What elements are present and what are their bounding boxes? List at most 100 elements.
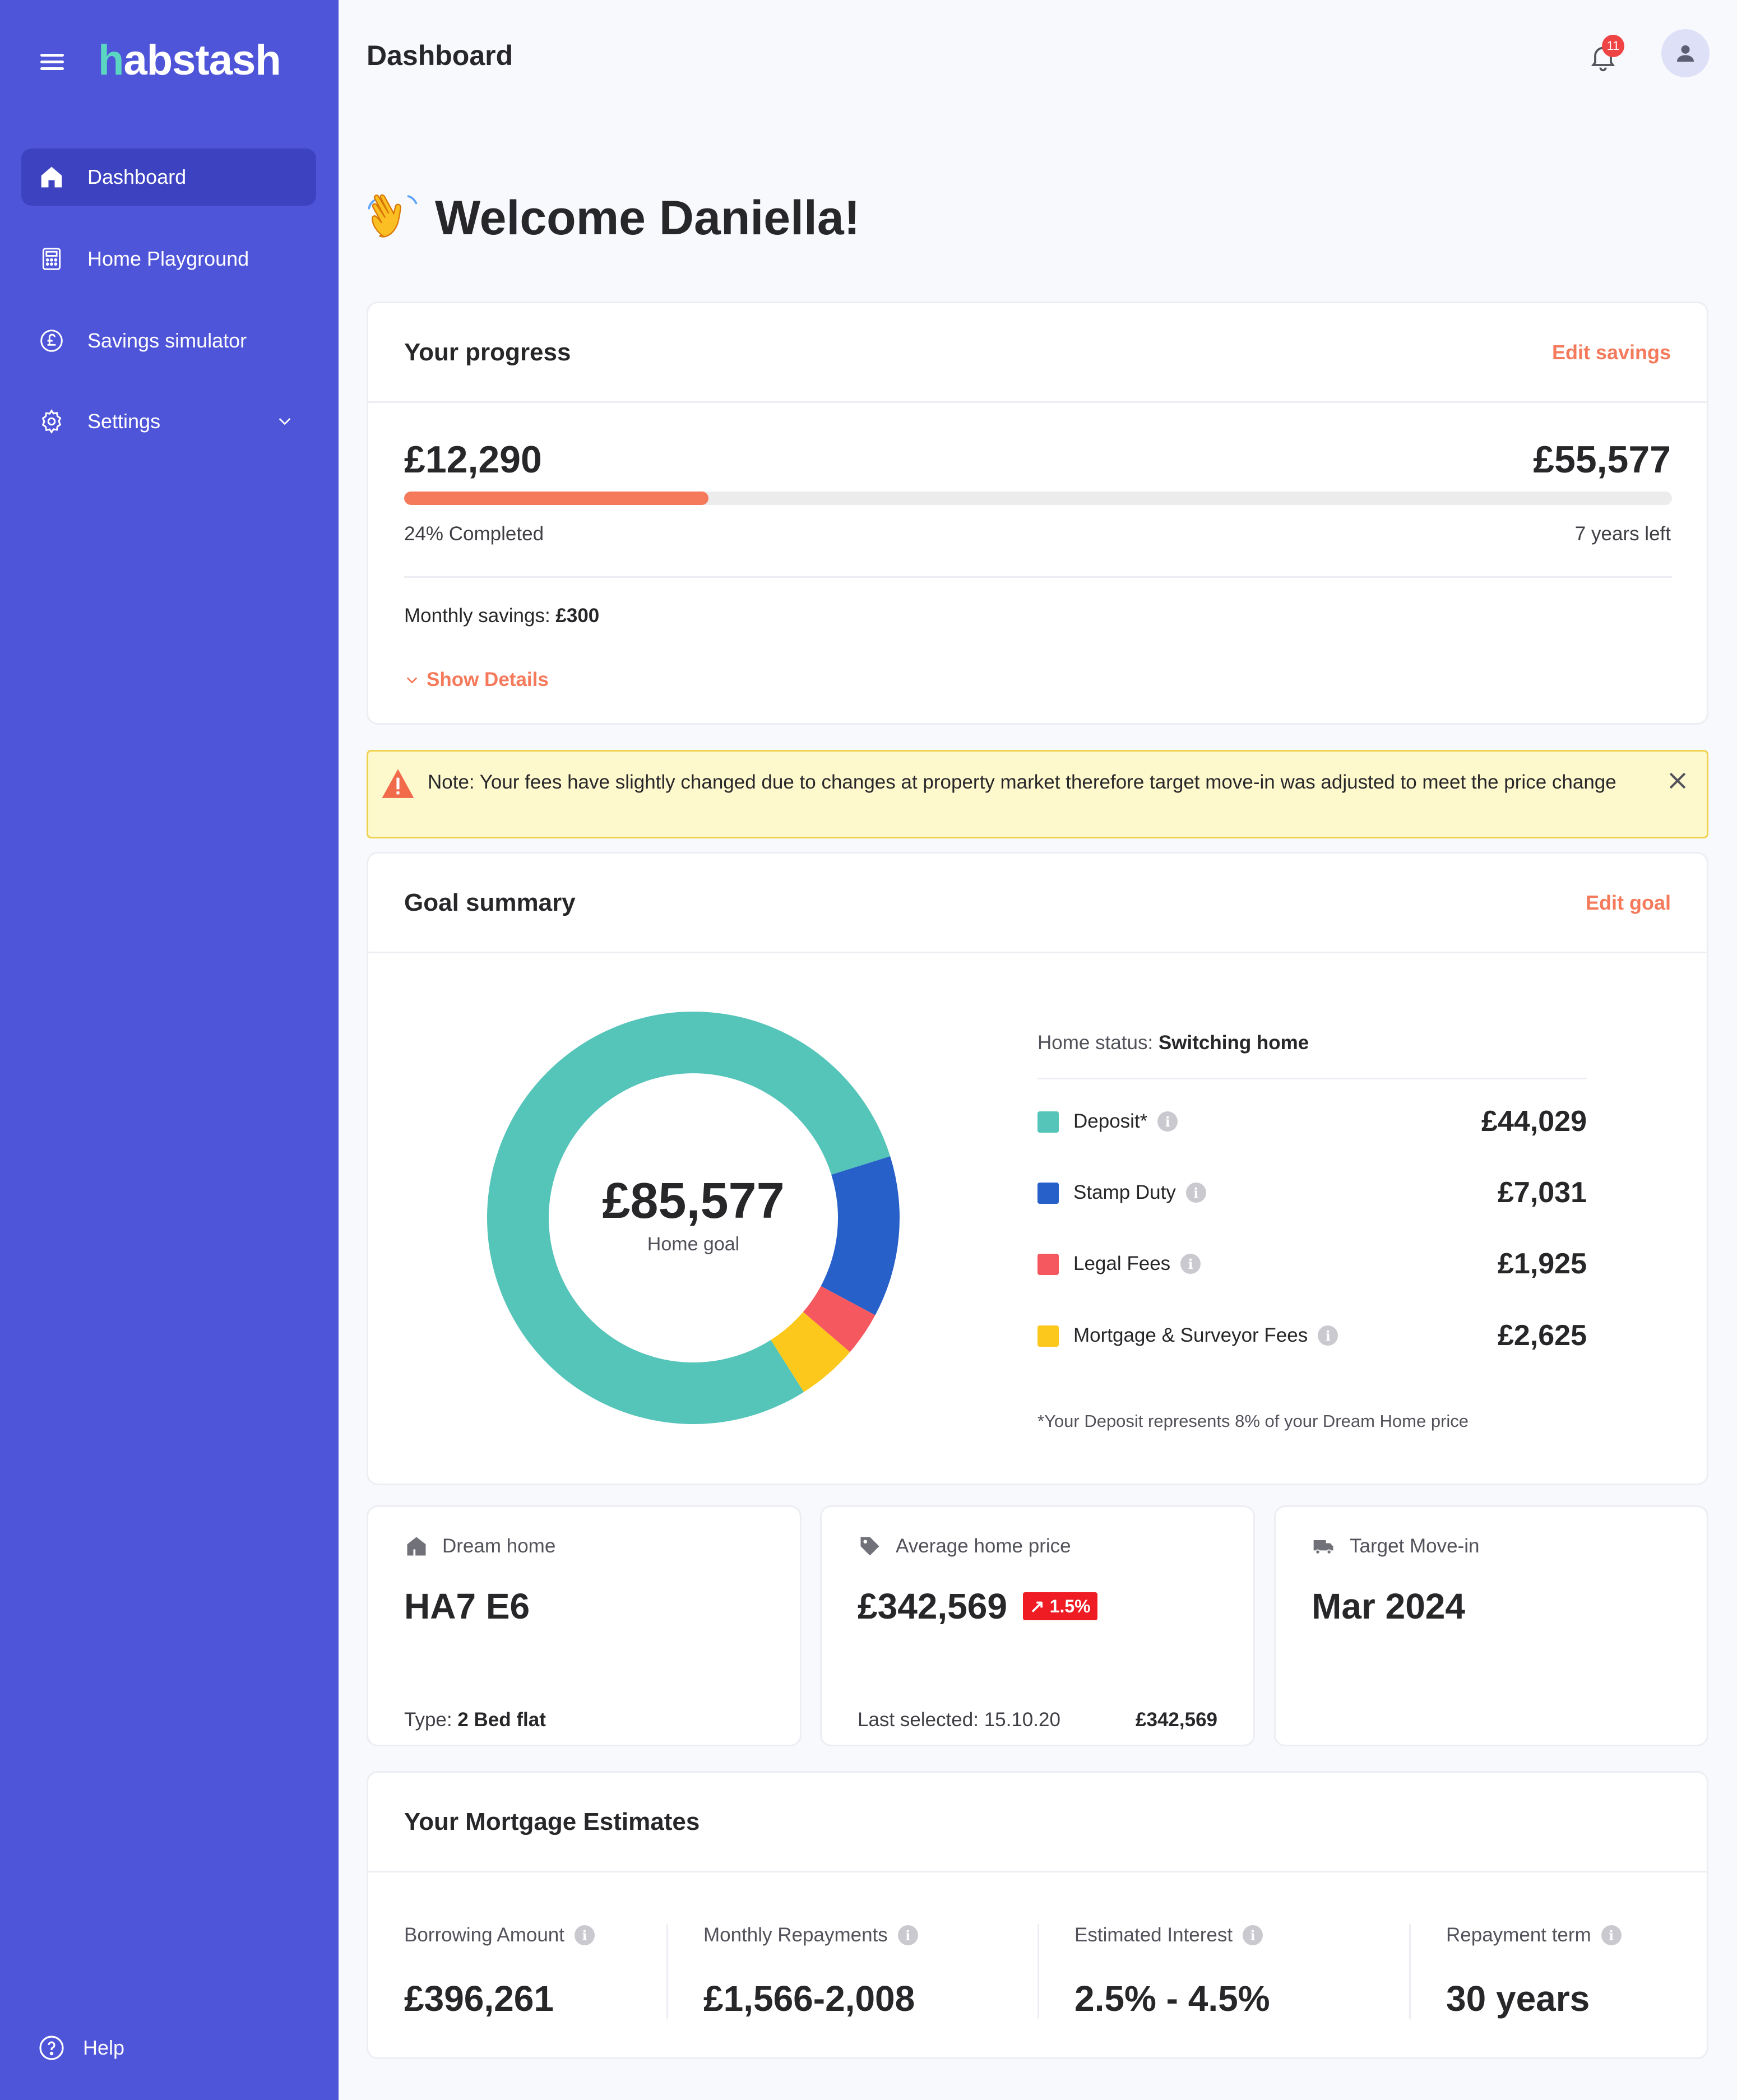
calculator-icon (38, 245, 65, 272)
monthly-repayments: Monthly Repayments i £1,566-2,008 (703, 1924, 918, 2019)
info-icon[interactable]: i (1243, 1925, 1263, 1945)
info-icon[interactable]: i (574, 1925, 595, 1945)
fee-change-alert: Note: Your fees have slightly changed du… (367, 750, 1708, 838)
progress-title: Your progress (404, 338, 571, 366)
average-price-label: Average home price (858, 1534, 1071, 1559)
donut-slice-1 (821, 1156, 900, 1315)
target-move-in-date: Mar 2024 (1312, 1586, 1465, 1626)
goal-title: Goal summary (404, 888, 576, 916)
warning-icon (382, 769, 414, 798)
edit-goal-link[interactable]: Edit goal (1586, 891, 1671, 915)
home-icon (38, 164, 65, 191)
sidebar-item-label: Savings simulator (87, 329, 247, 352)
mortgage-estimates-card: Your Mortgage Estimates Borrowing Amount… (367, 1771, 1708, 2059)
goal-donut-chart: £85,577 Home goal (487, 1012, 900, 1424)
legend-label: Stamp Duty i (1073, 1181, 1206, 1204)
target-move-in-label: Target Move-in (1312, 1534, 1479, 1559)
gear-icon (38, 408, 65, 435)
house-icon (407, 1537, 426, 1556)
avatar[interactable] (1661, 29, 1710, 77)
repayment-term: Repayment term i 30 years (1446, 1924, 1622, 2019)
goal-total-label: Home goal (647, 1234, 739, 1255)
legend-item-mortgage-surveyor-fees: Mortgage & Surveyor Fees i £2,625 (1037, 1319, 1587, 1352)
legend-label: Deposit* i (1073, 1110, 1178, 1133)
dream-home-label: Dream home (404, 1534, 555, 1559)
sidebar-item-savings-simulator[interactable]: Savings simulator (21, 312, 316, 369)
legend-swatch (1037, 1254, 1059, 1275)
legend-label: Mortgage & Surveyor Fees i (1073, 1324, 1338, 1347)
chevron-down-icon[interactable] (276, 412, 294, 430)
pound-coin-icon (38, 327, 65, 354)
home-status: Home status: Switching home (1037, 1032, 1309, 1054)
info-icon[interactable]: i (1601, 1925, 1622, 1945)
divider (404, 576, 1672, 578)
dream-home-postcode: HA7 E6 (404, 1586, 530, 1626)
deposit-footnote: *Your Deposit represents 8% of your Drea… (1037, 1411, 1469, 1431)
show-details-toggle[interactable]: Show Details (404, 669, 549, 691)
target-savings: £55,577 (1533, 438, 1671, 481)
mortgage-card-header: Your Mortgage Estimates (368, 1773, 1707, 1872)
progress-bar-fill (404, 492, 708, 505)
divider (1409, 1924, 1411, 2019)
legend-value: £1,925 (1497, 1248, 1587, 1280)
help-circle-icon (39, 2036, 64, 2060)
hamburger-menu-icon[interactable] (40, 54, 64, 71)
progress-card: Your progress Edit savings £12,290 £55,5… (367, 302, 1708, 725)
info-icon[interactable]: i (897, 1925, 918, 1945)
legend-value: £44,029 (1481, 1105, 1587, 1138)
sidebar-item-label: Dashboard (87, 165, 187, 188)
legend-item-stamp-duty: Stamp Duty i £7,031 (1037, 1176, 1587, 1209)
legend-item-deposit: Deposit* i £44,029 (1037, 1105, 1587, 1138)
goal-total: £85,577 (602, 1173, 784, 1229)
chevron-down-icon (406, 677, 418, 684)
legend-value: £2,625 (1497, 1319, 1587, 1352)
completed-text: 24% Completed (404, 523, 544, 545)
sidebar-item-dashboard[interactable]: Dashboard (21, 149, 316, 206)
user-icon (1677, 45, 1694, 62)
legend-label: Legal Fees i (1073, 1253, 1201, 1275)
current-savings: £12,290 (404, 438, 542, 481)
edit-savings-link[interactable]: Edit savings (1552, 341, 1671, 364)
sidebar-item-label: Settings (87, 410, 161, 433)
waving-hand-icon (368, 194, 418, 237)
legend-item-legal-fees: Legal Fees i £1,925 (1037, 1247, 1587, 1281)
average-price-card: Average home price £342,569 ↗ 1.5% Last … (820, 1505, 1255, 1746)
price-tag-icon (860, 1537, 879, 1556)
trend-badge: ↗ 1.5% (1022, 1592, 1097, 1620)
dream-home-card: Dream home HA7 E6 Type: 2 Bed flat (367, 1505, 802, 1746)
info-icon[interactable]: i (1157, 1111, 1178, 1132)
average-price-value: £342,569 ↗ 1.5% (858, 1586, 1097, 1627)
progress-card-header: Your progress Edit savings (368, 303, 1707, 403)
dream-home-type: Type: 2 Bed flat (404, 1709, 546, 1731)
help-link[interactable]: Help (38, 2034, 124, 2061)
truck-icon (1313, 1540, 1333, 1555)
legend-value: £7,031 (1497, 1176, 1587, 1209)
goal-summary-card: Goal summary Edit goal £85,577 Home goal… (367, 852, 1708, 1485)
info-icon[interactable]: i (1185, 1183, 1206, 1203)
sidebar: habstash Dashboard Home Playground Savin… (0, 0, 339, 2100)
mortgage-title: Your Mortgage Estimates (404, 1807, 700, 1835)
help-label: Help (83, 2036, 125, 2059)
sidebar-item-label: Home Playground (87, 247, 249, 270)
sidebar-item-home-playground[interactable]: Home Playground (21, 230, 316, 288)
goal-card-header: Goal summary Edit goal (368, 854, 1707, 953)
last-selected: Last selected: 15.10.20 (858, 1709, 1060, 1731)
close-icon[interactable] (1665, 768, 1690, 793)
divider (1037, 1924, 1039, 2019)
estimated-interest: Estimated Interest i 2.5% - 4.5% (1074, 1924, 1270, 2019)
divider (666, 1924, 668, 2019)
info-icon[interactable]: i (1180, 1254, 1201, 1274)
notification-badge: 11 (1602, 35, 1624, 57)
alert-message: Note: Your fees have slightly changed du… (428, 771, 1616, 793)
divider (1037, 1078, 1587, 1079)
sidebar-item-settings[interactable]: Settings (21, 393, 316, 450)
legend-swatch (1037, 1183, 1059, 1204)
page-title: Dashboard (367, 40, 513, 71)
info-icon[interactable]: i (1318, 1325, 1338, 1346)
app-logo[interactable]: habstash (98, 36, 281, 85)
borrowing-amount: Borrowing Amount i £396,261 (404, 1924, 595, 2019)
welcome-heading: Welcome Daniella! (365, 191, 860, 246)
last-selected-value: £342,569 (1136, 1709, 1217, 1731)
years-left-text: 7 years left (1574, 523, 1671, 545)
legend-swatch (1037, 1111, 1059, 1133)
